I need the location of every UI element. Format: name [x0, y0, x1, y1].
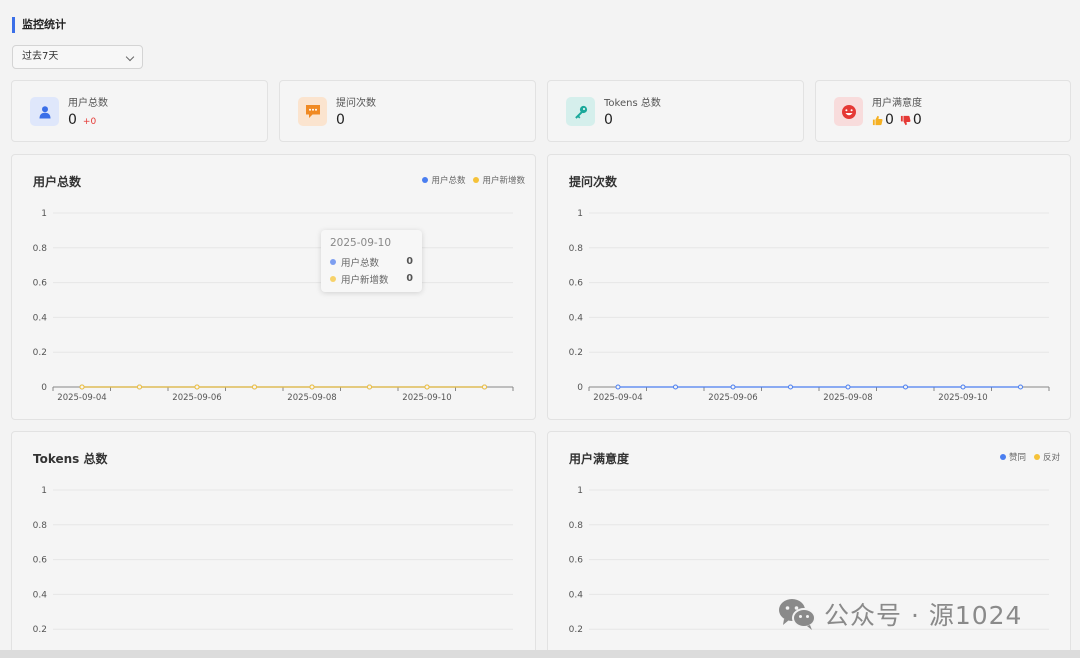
thumbs-down-icon — [900, 115, 911, 125]
y-tick-label: 1 — [577, 486, 583, 496]
x-tick-label: 2025-09-08 — [823, 393, 872, 403]
y-tick-label: 1 — [41, 209, 47, 219]
watermark-text: 公众号 · 源1024 — [824, 601, 1023, 630]
chart-panel-questions: 提问次数 0 0.2 0.4 0.6 0.8 1 2025-09-04 2025-09-06 2… — [547, 154, 1071, 420]
dislikes-count: 0 — [912, 112, 922, 128]
data-point — [252, 384, 257, 390]
wechat-icon — [779, 599, 816, 630]
stat-card-questions: 提问次数 0 — [279, 80, 536, 142]
tooltip-row-total-users: 用户总数 0 — [330, 253, 413, 270]
data-point — [1018, 384, 1023, 390]
x-tick-label: 2025-09-10 — [938, 393, 987, 403]
page-title: 监控统计 — [12, 17, 66, 33]
data-point — [367, 384, 372, 390]
y-tick-label: 0.8 — [569, 521, 584, 531]
watermark: 公众号 · 源1024 — [778, 596, 1022, 632]
data-point — [730, 384, 736, 390]
data-point — [194, 384, 200, 390]
chevron-down-icon — [125, 52, 135, 62]
data-point — [673, 384, 678, 390]
y-tick-label: 0.8 — [33, 244, 48, 254]
chart-tokens: 0.2 0.4 0.6 0.8 1 — [33, 486, 513, 635]
user-icon — [30, 97, 59, 126]
horizontal-scrollbar[interactable] — [0, 650, 1080, 658]
chart-users: 0 0.2 0.4 0.6 0.8 1 2025-09-04 2025-09-06 2025-0… — [33, 209, 514, 403]
chart-panel-tokens: Tokens 总数 0.2 0.4 0.6 0.8 1 — [11, 431, 536, 658]
y-tick-label: 0 — [577, 383, 583, 393]
y-tick-label: 0.2 — [33, 348, 47, 358]
smile-icon — [834, 97, 863, 126]
stat-value-tokens: 0 — [604, 112, 613, 128]
chart-tooltip: 2025-09-10 用户总数 0 用户新增数 0 — [321, 230, 422, 292]
y-tick-label: 1 — [41, 486, 47, 496]
data-point — [424, 384, 430, 390]
x-tick-label: 2025-09-04 — [57, 393, 106, 403]
x-tick-label: 2025-09-06 — [172, 393, 221, 403]
y-tick-label: 0.2 — [569, 348, 583, 358]
y-tick-label: 0.8 — [33, 521, 48, 531]
data-point — [845, 384, 851, 390]
y-tick-label: 0 — [41, 383, 47, 393]
x-tick-label: 2025-09-08 — [287, 393, 336, 403]
x-tick-label: 2025-09-10 — [402, 393, 451, 403]
stat-label-users: 用户总数 — [68, 98, 108, 109]
data-point — [960, 384, 966, 390]
y-tick-label: 0.6 — [569, 279, 584, 289]
key-icon — [566, 97, 595, 126]
time-range-select[interactable]: 过去7天 — [12, 45, 143, 69]
data-point — [309, 384, 315, 390]
x-tick-label: 2025-09-06 — [708, 393, 757, 403]
y-tick-label: 0.4 — [569, 590, 584, 600]
data-point — [788, 384, 793, 390]
x-tick-label: 2025-09-04 — [593, 393, 642, 403]
stat-delta-users: +0 — [82, 117, 97, 127]
y-tick-label: 0.8 — [569, 244, 584, 254]
stat-value-users: 0 +0 — [68, 112, 97, 128]
time-range-value: 过去7天 — [22, 51, 59, 62]
y-tick-label: 0.2 — [33, 625, 47, 635]
stat-card-users: 用户总数 0 +0 — [11, 80, 268, 142]
tooltip-row-new-users: 用户新增数 0 — [330, 270, 413, 287]
data-point — [615, 384, 621, 390]
data-point — [79, 384, 85, 390]
stat-label-questions: 提问次数 — [336, 98, 376, 109]
stat-card-tokens: Tokens 总数 0 — [547, 80, 804, 142]
chart-panel-users: 用户总数 用户总数 用户新增数 0 0.2 0.4 0.6 0.8 1 2025-09-04… — [11, 154, 536, 420]
message-icon — [298, 97, 327, 126]
stat-label-satisfaction: 用户满意度 — [872, 98, 922, 109]
y-tick-label: 0.4 — [33, 590, 48, 600]
stat-label-tokens: Tokens 总数 — [604, 98, 661, 109]
y-tick-label: 0.2 — [569, 625, 583, 635]
likes-count: 0 — [885, 112, 894, 128]
data-point — [903, 384, 908, 390]
tooltip-date: 2025-09-10 — [330, 237, 392, 249]
y-tick-label: 0.4 — [33, 313, 48, 323]
y-tick-label: 0.4 — [569, 313, 584, 323]
y-tick-label: 0.6 — [33, 279, 48, 289]
data-point — [482, 384, 487, 390]
thumbs-up-icon — [872, 115, 883, 125]
y-tick-label: 0.6 — [33, 556, 48, 566]
y-tick-label: 0.6 — [569, 556, 584, 566]
satisfaction-values: 0 0 — [872, 112, 922, 128]
data-point — [137, 384, 142, 390]
stat-card-satisfaction: 用户满意度 0 0 — [815, 80, 1071, 142]
chart-questions: 0 0.2 0.4 0.6 0.8 1 2025-09-04 2025-09-06 2025-0… — [569, 209, 1050, 403]
y-tick-label: 1 — [577, 209, 583, 219]
stat-value-questions: 0 — [336, 112, 345, 128]
